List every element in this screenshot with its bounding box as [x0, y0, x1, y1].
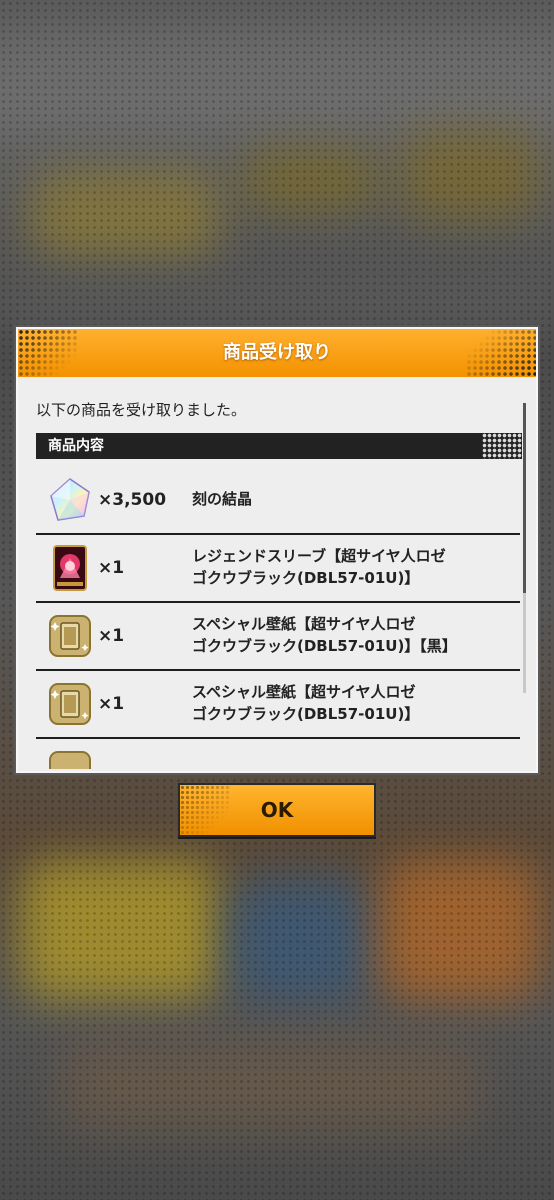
list-item-partial	[36, 739, 520, 769]
wallpaper-icon	[46, 612, 94, 660]
sleeve-icon	[46, 544, 94, 592]
dialog-header: 商品受け取り	[18, 329, 536, 377]
list-item: ×3,500 刻の結晶	[36, 467, 520, 535]
item-list[interactable]: ×3,500 刻の結晶 ×1 レジェンドスリーブ【超サイヤ人ロゼ ゴクウブラック…	[36, 467, 520, 769]
item-quantity: ×1	[98, 558, 125, 578]
dialog-message: 以下の商品を受け取りました。	[36, 401, 247, 419]
wallpaper-icon	[46, 680, 94, 728]
item-quantity: ×1	[98, 694, 125, 714]
list-scrollbar[interactable]	[523, 403, 526, 693]
receive-items-dialog: 商品受け取り 以下の商品を受け取りました。 商品内容 ×3,500 刻の結晶 ×…	[16, 327, 538, 773]
scrollbar-thumb[interactable]	[523, 403, 526, 593]
item-quantity: ×1	[98, 626, 125, 646]
list-item: ×1 レジェンドスリーブ【超サイヤ人ロゼ ゴクウブラック(DBL57-01U)】	[36, 535, 520, 603]
list-item: ×1 スペシャル壁紙【超サイヤ人ロゼ ゴクウブラック(DBL57-01U)】【黒…	[36, 603, 520, 671]
section-header: 商品内容	[36, 433, 522, 459]
ok-button[interactable]: OK	[178, 783, 376, 837]
item-name: 刻の結晶	[192, 490, 253, 509]
dialog-title: 商品受け取り	[223, 342, 331, 363]
crystal-icon	[46, 476, 94, 524]
section-label: 商品内容	[48, 438, 104, 454]
item-name: レジェンドスリーブ【超サイヤ人ロゼ ゴクウブラック(DBL57-01U)】	[192, 547, 446, 587]
item-quantity: ×3,500	[98, 490, 167, 510]
item-name: スペシャル壁紙【超サイヤ人ロゼ ゴクウブラック(DBL57-01U)】【黒】	[192, 615, 457, 655]
wallpaper-icon	[46, 748, 94, 769]
ok-button-label: OK	[260, 798, 294, 822]
list-item: ×1 スペシャル壁紙【超サイヤ人ロゼ ゴクウブラック(DBL57-01U)】	[36, 671, 520, 739]
item-name: スペシャル壁紙【超サイヤ人ロゼ ゴクウブラック(DBL57-01U)】	[192, 683, 420, 723]
